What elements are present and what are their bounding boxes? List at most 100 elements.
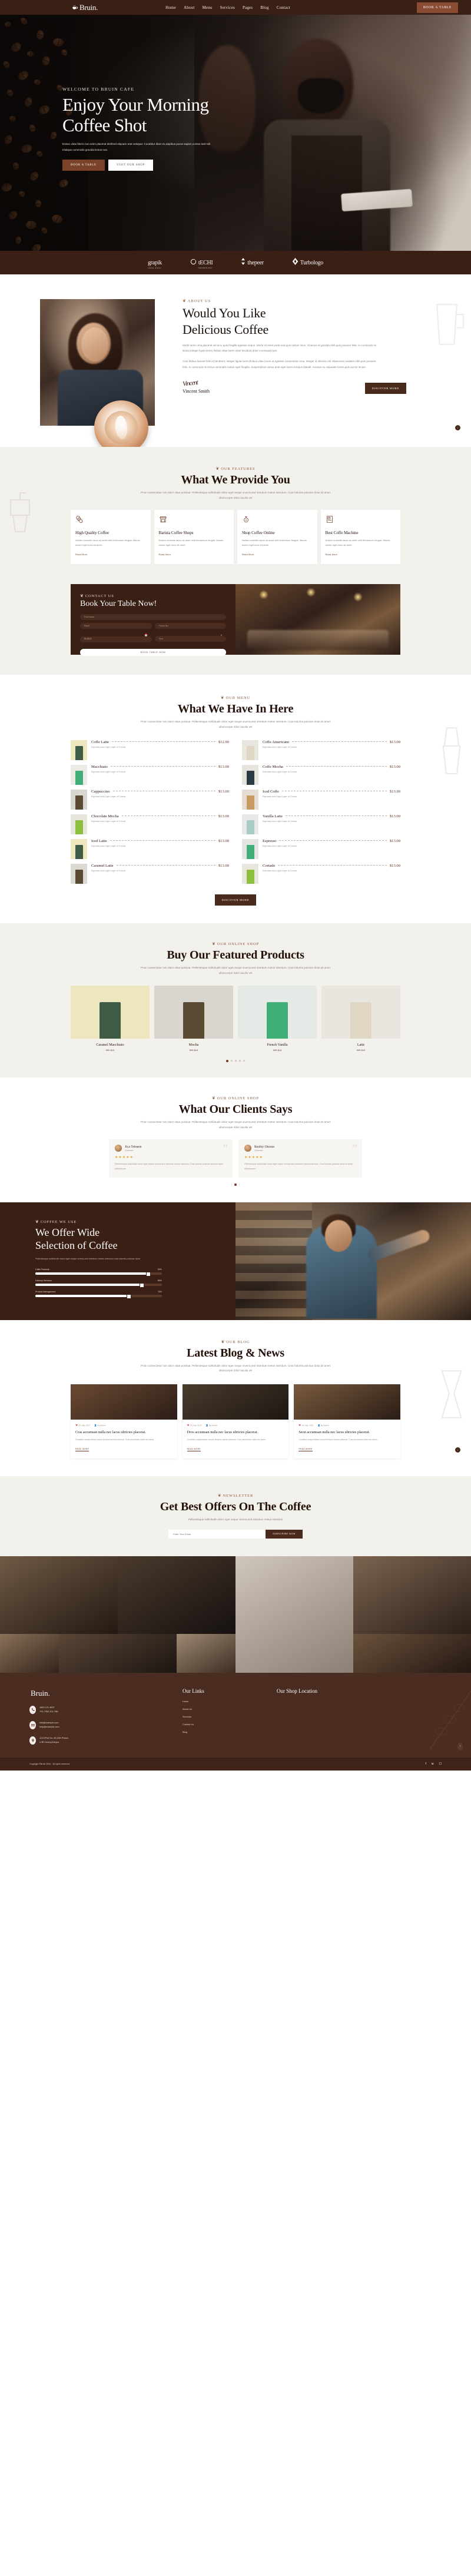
blog-next-button[interactable]: › [455,1447,460,1453]
feature-card[interactable]: High Quality Coffee Nullam molestie lacu… [71,510,151,565]
blog-card[interactable]: 📅 25 July, 2022 👤 By Admin Cras accumsan… [71,1384,177,1459]
gallery-image[interactable] [118,1556,236,1634]
menu-grid: Coffe Latte $12.90 Espresso and Light La… [71,740,400,884]
leaf-icon: ❦ [211,941,216,947]
pagination-dot[interactable] [235,1059,237,1062]
menu-item[interactable]: Espresso $13.00 Espresso and Light Layer… [242,839,400,860]
email-line-1[interactable]: info@example.com [39,1721,59,1725]
menu-item-price: $13.00 [389,814,400,819]
menu-item[interactable]: Iced Latte $13.00 Espresso and Light Lay… [71,839,229,860]
feature-card[interactable]: Best Coffe Machine Nullam molestie lacus… [320,510,400,565]
menu-item[interactable]: Macchiato $13.00 Espresso and Light Laye… [71,765,229,785]
testimonials-pagination[interactable] [0,1183,471,1186]
blog-read-more-link[interactable]: READ MORE [75,1448,89,1452]
menu-item[interactable]: Cappuccino $13.00 Espresso and Light Lay… [71,790,229,810]
blog-card[interactable]: 📅 25 July, 2022 👤 By Admin Dros accumsan… [182,1384,289,1459]
nav-item-blog[interactable]: Blog [260,5,268,10]
feature-read-more-link[interactable]: Read More [242,553,254,556]
brand-logo-thepeer[interactable]: thepeer [241,257,264,268]
menu-item-dots [286,766,387,767]
phone-line-1[interactable]: 1800-121-3637 [39,1706,58,1710]
product-card[interactable]: Caramel Macchiato $25 $15 [71,985,150,1052]
pagination-dot[interactable] [243,1059,245,1062]
blog-image [294,1384,401,1420]
instagram-icon[interactable]: ☐ [439,1762,442,1766]
pagination-dot[interactable] [226,1059,228,1062]
first-name-input[interactable] [80,614,226,621]
feature-read-more-link[interactable]: Read More [75,553,88,556]
phone-input[interactable] [154,623,226,629]
footer-link[interactable]: Blog [183,1730,277,1733]
products-eyebrow: ❦ OUR ONLINE SHOP [0,941,471,947]
menu-item[interactable]: Caramel Latte $13.00 Espresso and Light … [71,864,229,884]
product-card[interactable]: Latte $25 $15 [321,985,400,1052]
carousel-next-button[interactable]: › [455,425,460,430]
hero-book-table-button[interactable]: BOOK A TABLE [62,159,105,171]
menu-item[interactable]: Coffe Mocha $13.00 Espresso and Light La… [242,765,400,785]
feature-card[interactable]: Shop Coffee Online Nullam molestie lacus… [237,510,317,565]
phone-line-2[interactable]: +91-7052-101-786 [39,1710,58,1714]
menu-item[interactable]: Iced Coffe $13.00 Espresso and Light Lay… [242,790,400,810]
footer-link[interactable]: About Us [183,1708,277,1710]
skill-bars: Caffe Products 90% Delivery Services 85%… [35,1268,162,1299]
menu-item[interactable]: Coffe Americano $13.00 Espresso and Ligh… [242,740,400,761]
nav-item-home[interactable]: Home [165,5,176,10]
gallery-image[interactable] [353,1556,471,1634]
footer-link[interactable]: Contact Us [183,1723,277,1726]
nav-item-pages[interactable]: Pages [243,5,253,10]
nav-item-contact[interactable]: Contact [277,5,290,10]
feature-read-more-link[interactable]: Read More [159,553,171,556]
menu-item[interactable]: Coffe Latte $12.90 Espresso and Light La… [71,740,229,761]
menu-item[interactable]: Vanilla Latte $13.00 Espresso and Light … [242,814,400,835]
logo[interactable]: Bruin. [72,3,98,12]
product-card[interactable]: French Vanilla $25 $15 [238,985,317,1052]
brand-logo-grapik[interactable]: grapik reklam ajansı [148,257,162,269]
blog-read-more-link[interactable]: READ MORE [298,1448,313,1452]
footer-link[interactable]: Home [183,1700,277,1703]
gallery-image[interactable] [236,1556,353,1673]
time-select[interactable] [154,636,226,642]
pagination-dot[interactable] [239,1059,241,1062]
product-card[interactable]: Mocha $25 $15 [154,985,233,1052]
feature-read-more-link[interactable]: Read More [326,553,338,556]
email-input[interactable] [80,623,152,629]
pagination-dot[interactable] [231,1059,233,1062]
menu-item[interactable]: Chocolate Mocha $13.00 Espresso and Ligh… [71,814,229,835]
footer-logo[interactable]: Bruin. [29,1688,183,1707]
blog-card[interactable]: 📅 25 July, 2022 👤 By Admin Seon accumsan… [294,1384,401,1459]
scroll-to-top-button[interactable]: ↑ [457,1742,463,1751]
gallery-image[interactable] [177,1633,236,1673]
menu-item-name: Chocolate Mocha [91,814,119,819]
date-input[interactable] [80,636,152,642]
menu-discover-more-button[interactable]: DISCOVER MORE [214,894,257,906]
header-book-table-button[interactable]: BOOK A TABLE [416,2,458,13]
product-image [71,985,150,1039]
products-pagination[interactable] [0,1059,471,1062]
blog-image [71,1384,177,1420]
pagination-dot[interactable] [234,1183,237,1186]
hero-visit-shop-button[interactable]: VISIT OUR SHOP [108,159,154,171]
gallery-image[interactable] [353,1633,471,1673]
about-discover-more-button[interactable]: DISCOVER MORE [364,382,406,394]
gallery-image[interactable] [0,1633,59,1673]
brand-logo-techi[interactable]: tECHI TECHNOLOGY [190,257,213,269]
blog-read-more-link[interactable]: READ MORE [187,1448,201,1452]
nav-item-menu[interactable]: Menu [202,5,212,10]
newsletter-subscribe-button[interactable]: SUBSCRIBE NOW [266,1529,303,1539]
newsletter-email-input[interactable] [168,1529,266,1539]
feature-card[interactable]: Barista Coffee Shops Nullam molestie lac… [154,510,234,565]
twitter-icon[interactable]: w [432,1762,434,1766]
menu-item[interactable]: Cortado $13.00 Espresso and Light Layer … [242,864,400,884]
gallery-image[interactable] [0,1556,118,1634]
menu-item-image [242,814,258,835]
nav-item-about[interactable]: About [184,5,195,10]
gallery-image[interactable] [59,1633,177,1673]
footer-link[interactable]: Services [183,1715,277,1718]
book-table-now-button[interactable]: BOOK TABLE NOW [80,648,226,656]
brand-logo-turbologo[interactable]: Turbologo [292,257,323,268]
menu-item-desc: Espresso and Light Layer of Crema [91,795,126,798]
coffee-machine-icon [326,516,333,523]
nav-item-services[interactable]: Services [220,5,235,10]
skill-bar-value: 75% [157,1291,162,1294]
email-line-2[interactable]: help@example.com [39,1725,59,1729]
